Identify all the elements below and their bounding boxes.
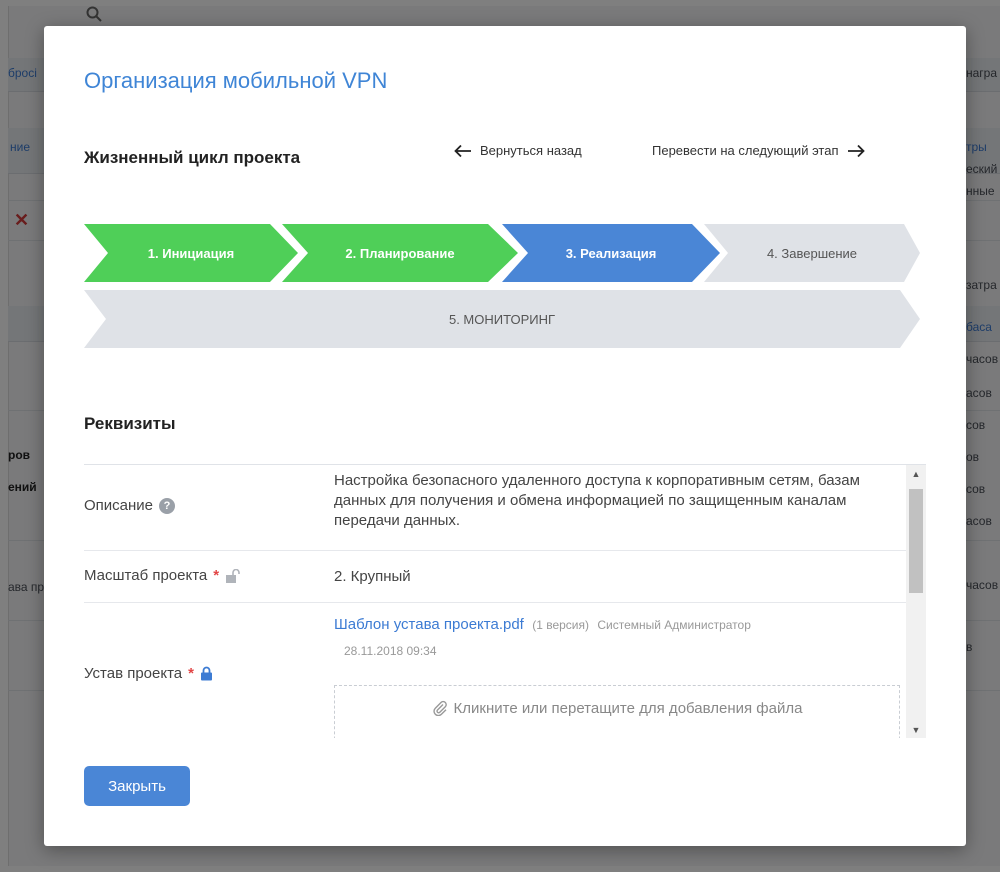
property-label: Устав проекта * (84, 665, 213, 682)
required-mark: * (188, 665, 194, 682)
scale-value: 2. Крупный (334, 568, 411, 585)
file-author: Системный Администратор (597, 618, 751, 632)
step-implementation[interactable]: 3. Реализация (502, 224, 720, 282)
scroll-up-icon[interactable]: ▲ (906, 465, 926, 483)
step-label: 4. Завершение (766, 245, 858, 261)
property-label: Масштаб проекта * (84, 567, 241, 584)
charter-label: Устав проекта (84, 665, 183, 682)
file-dropzone[interactable]: Кликните или перетащите для добавления ф… (334, 685, 900, 738)
next-stage-button[interactable]: Перевести на следующий этап (652, 143, 865, 158)
step-label: 1. Инициация (147, 245, 235, 261)
step-initiation[interactable]: 1. Инициация (84, 224, 298, 282)
file-date: 28.11.2018 09:34 (344, 644, 437, 658)
arrow-right-icon (847, 144, 865, 157)
arrow-left-icon (454, 144, 471, 157)
scrollbar-thumb[interactable] (909, 489, 923, 593)
step-label: 3. Реализация (565, 245, 657, 261)
next-stage-label: Перевести на следующий этап (652, 143, 839, 158)
property-row-scale: Масштаб проекта * 2. Крупный (84, 551, 906, 603)
lifecycle-steps: 1. Инициация 2. Планирование 3. Реализац… (84, 224, 920, 352)
step-label: 5. МОНИТОРИНГ (448, 311, 556, 327)
back-button[interactable]: Вернуться назад (454, 143, 582, 158)
step-label: 2. Планирование (345, 245, 455, 261)
description-label: Описание (84, 497, 154, 514)
charter-file-link[interactable]: Шаблон устава проекта.pdf (334, 616, 524, 633)
step-monitoring[interactable]: 5. МОНИТОРИНГ (84, 290, 920, 348)
dropzone-text: Кликните или перетащите для добавления ф… (453, 700, 803, 717)
property-row-description: Описание ? Настройка безопасного удаленн… (84, 465, 906, 551)
vertical-scrollbar[interactable]: ▲ ▼ (906, 465, 926, 738)
property-label: Описание ? (84, 497, 176, 514)
lock-icon[interactable] (200, 666, 213, 681)
property-row-charter: Устав проекта * Шаблон устава проекта.pd… (84, 603, 906, 738)
close-button[interactable]: Закрыть (84, 766, 190, 806)
description-value: Настройка безопасного удаленного доступа… (334, 472, 860, 529)
modal-title: Организация мобильной VPN (84, 68, 388, 93)
lifecycle-title: Жизненный цикл проекта (84, 148, 301, 167)
step-planning[interactable]: 2. Планирование (282, 224, 518, 282)
charter-file-info: Шаблон устава проекта.pdf (1 версия) Сис… (334, 615, 894, 661)
lock-open-icon[interactable] (225, 568, 241, 583)
help-icon[interactable]: ? (159, 497, 176, 514)
scroll-down-icon[interactable]: ▼ (906, 721, 926, 738)
project-modal: Организация мобильной VPN Жизненный цикл… (44, 26, 966, 846)
paperclip-icon (432, 700, 447, 716)
scale-label: Масштаб проекта (84, 567, 208, 584)
back-label: Вернуться назад (480, 143, 582, 158)
properties-table: Описание ? Настройка безопасного удаленн… (84, 464, 926, 738)
required-mark: * (213, 567, 220, 584)
step-completion[interactable]: 4. Завершение (704, 224, 920, 282)
file-version: (1 версия) (532, 618, 589, 632)
requisites-title: Реквизиты (84, 414, 176, 433)
